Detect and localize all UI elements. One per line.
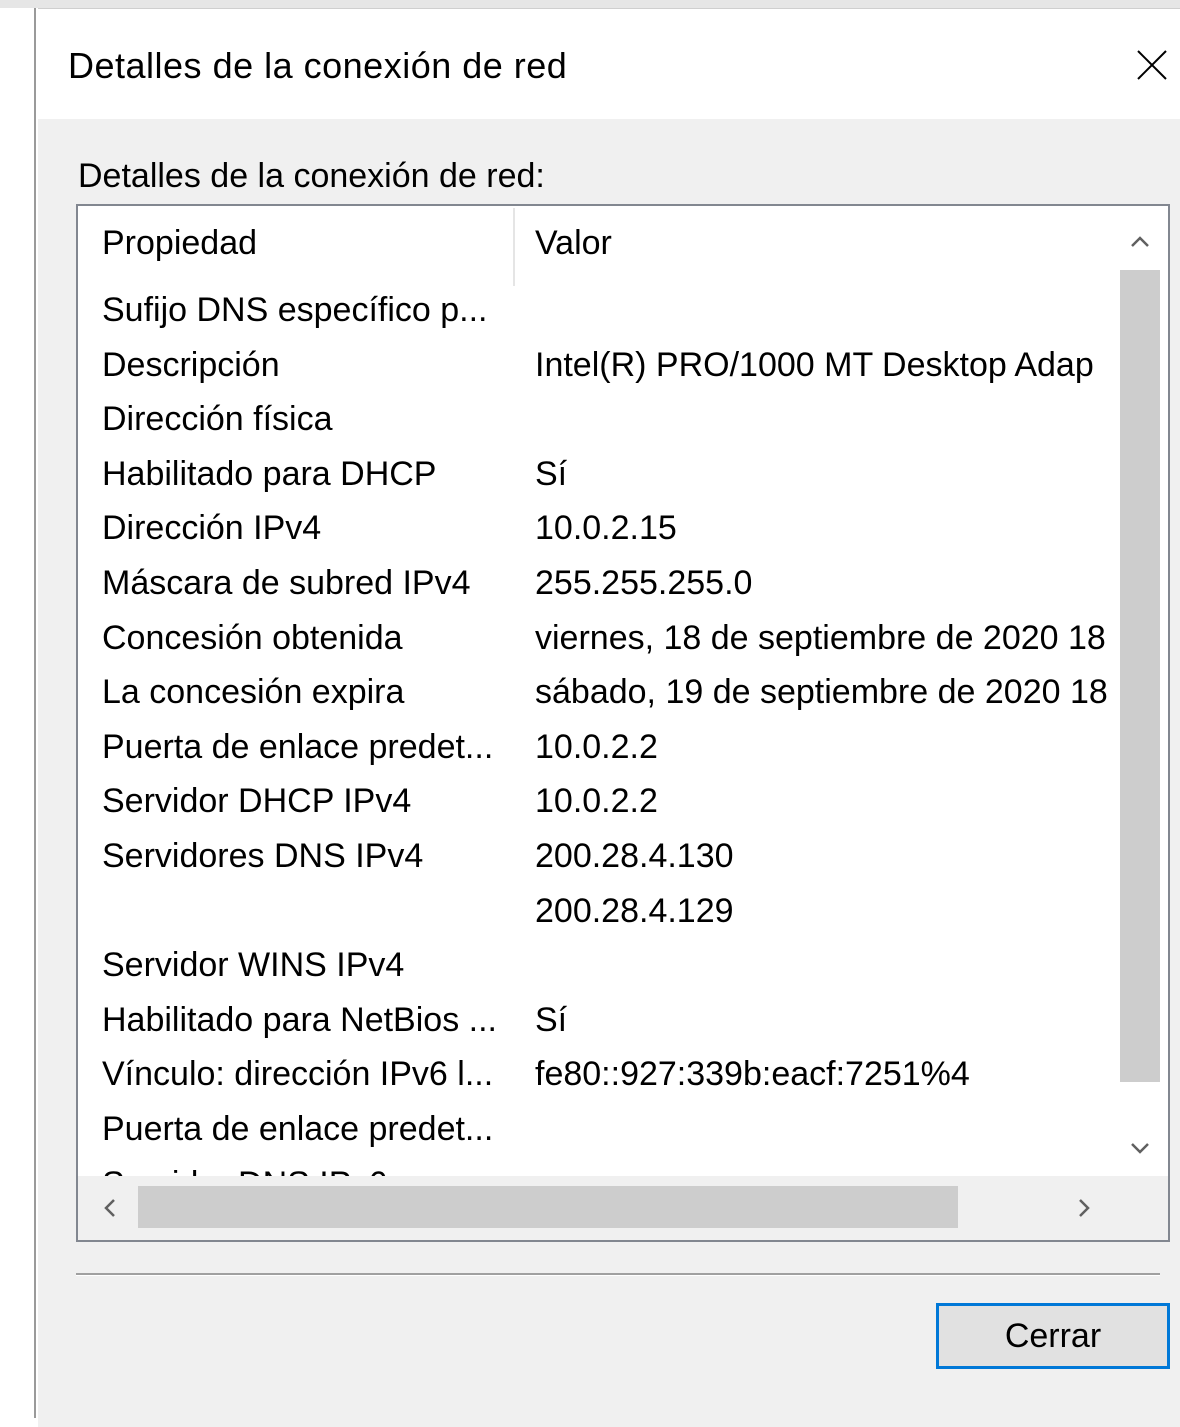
close-window-button[interactable] [1120, 39, 1180, 89]
value-cell: sábado, 19 de septiembre de 2020 18 [535, 673, 1108, 712]
scroll-left-button[interactable] [82, 1176, 138, 1240]
value-cell: viernes, 18 de septiembre de 2020 18 [535, 618, 1106, 657]
table-row[interactable]: Descripción Intel(R) PRO/1000 MT Desktop … [78, 341, 1112, 396]
details-list-view[interactable]: Propiedad Valor Sufijo DNS específico p.… [76, 204, 1170, 1242]
list-rows: Sufijo DNS específico p... Descripción Int… [78, 286, 1112, 1176]
table-row[interactable]: Concesión obtenida viernes, 18 de septiem… [78, 614, 1112, 669]
table-row[interactable]: Servidor WINS IPv4 [78, 941, 1112, 996]
scroll-down-button[interactable] [1112, 1120, 1168, 1176]
property-cell: Máscara de subred IPv4 [102, 563, 471, 602]
horizontal-scroll-thumb[interactable] [138, 1186, 958, 1228]
property-cell: Habilitado para DHCP [102, 454, 437, 493]
scrollbar-corner [1112, 1176, 1168, 1240]
property-cell: Descripción [102, 345, 280, 384]
property-cell: Puerta de enlace predet... [102, 727, 494, 766]
value-cell: 200.28.4.129 [535, 891, 734, 930]
close-icon [1137, 50, 1167, 80]
value-cell: 10.0.2.2 [535, 727, 658, 766]
property-cell: Dirección física [102, 400, 333, 439]
chevron-down-icon [1131, 1143, 1149, 1154]
vertical-scroll-thumb[interactable] [1120, 270, 1160, 1082]
table-row[interactable]: Sufijo DNS específico p... [78, 286, 1112, 341]
value-cell: 200.28.4.130 [535, 836, 734, 875]
network-details-dialog: Detalles de la conexión de red Detalles … [38, 8, 1180, 1427]
value-cell: Sí [535, 454, 568, 493]
table-row[interactable]: Dirección física [78, 395, 1112, 450]
scroll-up-button[interactable] [1112, 214, 1168, 270]
table-row[interactable]: Vínculo: dirección IPv6 l... fe80::927:33… [78, 1050, 1112, 1105]
background-window [0, 8, 38, 1427]
property-cell: Dirección IPv4 [102, 509, 322, 548]
property-cell: Concesión obtenida [102, 618, 403, 657]
value-cell: fe80::927:339b:eacf:7251%4 [535, 1055, 970, 1094]
property-cell: Servidor DNS IPv6 [102, 1165, 512, 1177]
dialog-title: Detalles de la conexión de red [68, 45, 568, 86]
section-label: Detalles de la conexión de red: [78, 157, 545, 195]
column-header-value[interactable]: Valor [535, 224, 612, 263]
chevron-left-icon [104, 1199, 115, 1217]
chevron-right-icon [1079, 1199, 1090, 1217]
table-row[interactable]: Servidor DHCP IPv4 10.0.2.2 [78, 777, 1112, 832]
close-button[interactable]: Cerrar [936, 1303, 1170, 1369]
value-cell: Intel(R) PRO/1000 MT Desktop Adap [535, 345, 1094, 384]
table-row[interactable]: Máscara de subred IPv4 255.255.255.0 [78, 559, 1112, 614]
table-row[interactable]: Puerta de enlace predet... [78, 1105, 1112, 1160]
background-window-edge [34, 8, 36, 1418]
table-row[interactable]: Habilitado para DHCP Sí [78, 450, 1112, 505]
table-row[interactable]: Dirección IPv4 10.0.2.15 [78, 504, 1112, 559]
table-row[interactable]: Puerta de enlace predet... 10.0.2.2 [78, 723, 1112, 778]
value-cell: 10.0.2.15 [535, 509, 677, 548]
property-cell: Puerta de enlace predet... [102, 1109, 494, 1148]
separator-highlight [76, 1275, 1160, 1276]
screen-top-edge [0, 0, 1180, 8]
title-bar[interactable]: Detalles de la conexión de red [38, 9, 1180, 119]
horizontal-scrollbar[interactable] [78, 1176, 1112, 1240]
property-cell: Sufijo DNS específico p... [102, 291, 488, 329]
column-header-property[interactable]: Propiedad [102, 224, 257, 263]
table-row[interactable]: Servidores DNS IPv4 200.28.4.130 [78, 832, 1112, 887]
property-cell: Habilitado para NetBios ... [102, 1000, 497, 1039]
chevron-up-icon [1131, 236, 1149, 247]
property-cell: Vínculo: dirección IPv6 l... [102, 1055, 494, 1094]
column-separator[interactable] [513, 208, 515, 286]
property-cell: Servidor DHCP IPv4 [102, 782, 412, 821]
property-cell: Servidor WINS IPv4 [102, 946, 405, 985]
scroll-right-button[interactable] [1056, 1176, 1112, 1240]
value-cell: 255.255.255.0 [535, 563, 753, 602]
value-cell: 10.0.2.2 [535, 782, 658, 821]
property-cell: La concesión expira [102, 673, 405, 712]
table-row[interactable]: 200.28.4.129 [78, 887, 1112, 942]
property-cell: Servidores DNS IPv4 [102, 836, 424, 875]
value-cell: Sí [535, 1000, 568, 1039]
table-row[interactable]: Servidor DNS IPv6 [78, 1160, 1112, 1177]
table-row[interactable]: La concesión expira sábado, 19 de septiem… [78, 668, 1112, 723]
vertical-scrollbar[interactable] [1112, 206, 1168, 1176]
list-header: Propiedad Valor [78, 206, 1112, 286]
table-row[interactable]: Habilitado para NetBios ... Sí [78, 996, 1112, 1051]
